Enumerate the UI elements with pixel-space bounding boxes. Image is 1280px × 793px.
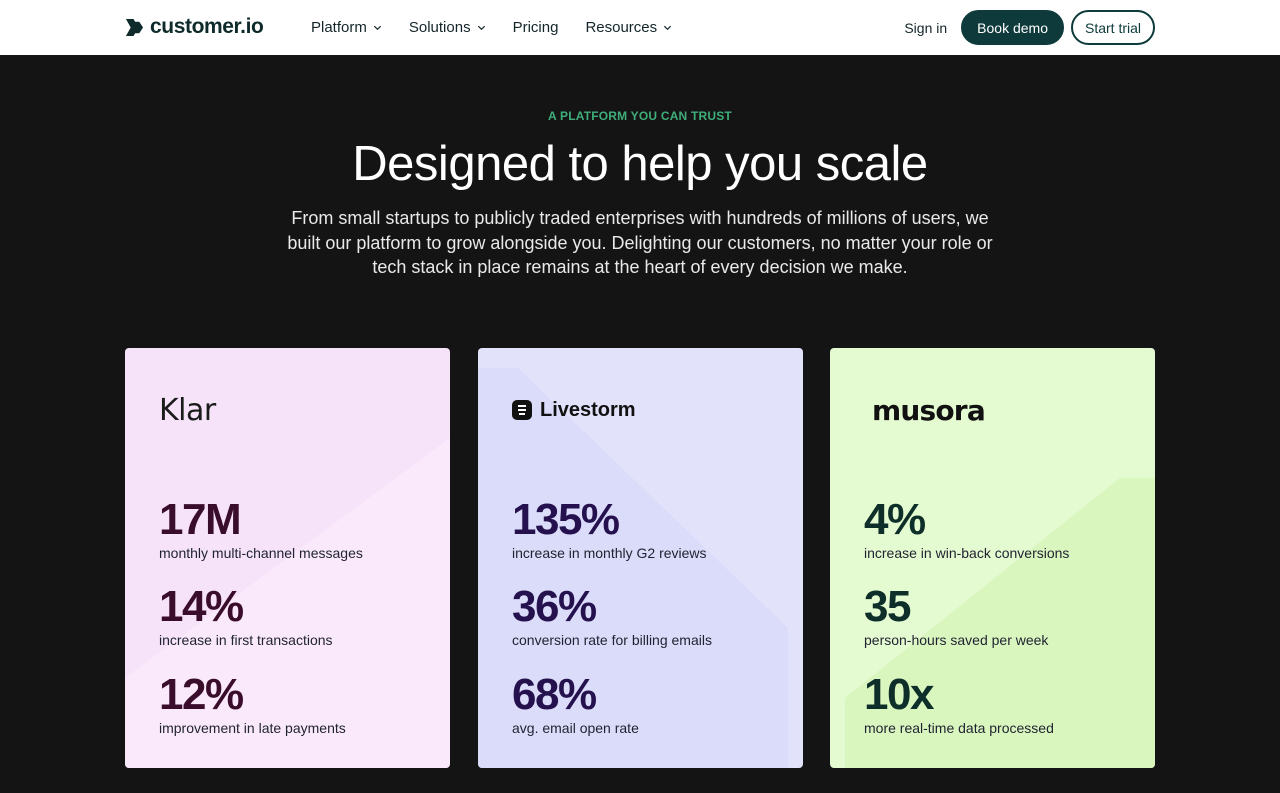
menu-item-pricing[interactable]: Pricing bbox=[513, 19, 559, 36]
stat-item: 14% increase in first transactions bbox=[159, 582, 333, 649]
logo-text: customer.io bbox=[150, 15, 264, 38]
section-title: Designed to help you scale bbox=[352, 137, 928, 191]
stat-label: monthly multi-channel messages bbox=[159, 545, 363, 561]
sign-in-link[interactable]: Sign in bbox=[904, 20, 947, 36]
menu-label: Solutions bbox=[408, 19, 471, 36]
menu-item-platform[interactable]: Platform bbox=[311, 19, 382, 36]
book-demo-button[interactable]: Book demo bbox=[961, 10, 1064, 45]
menu-item-resources[interactable]: Resources bbox=[585, 19, 672, 36]
stat-value: 10x bbox=[864, 670, 934, 719]
stat-item: 135% increase in monthly G2 reviews bbox=[512, 495, 707, 562]
stat-value: 4% bbox=[864, 495, 926, 544]
stat-label: improvement in late payments bbox=[159, 720, 346, 736]
klar-logo: Klar bbox=[159, 392, 216, 428]
brand-name: Livestorm bbox=[540, 398, 636, 421]
stat-value: 135% bbox=[512, 495, 620, 544]
stat-value: 17M bbox=[159, 495, 242, 544]
stat-value: 68% bbox=[512, 670, 597, 719]
stat-item: 35 person-hours saved per week bbox=[864, 582, 1049, 649]
menu-label: Resources bbox=[585, 19, 658, 36]
livestorm-logo: Livestorm bbox=[512, 392, 636, 428]
stat-label: increase in monthly G2 reviews bbox=[512, 545, 707, 561]
brand-name: Klar bbox=[159, 392, 216, 428]
stat-item: 36% conversion rate for billing emails bbox=[512, 582, 712, 649]
stat-label: avg. email open rate bbox=[512, 720, 639, 736]
menu-item-solutions[interactable]: Solutions bbox=[409, 19, 486, 36]
menu-label: Platform bbox=[311, 19, 367, 36]
stat-label: conversion rate for billing emails bbox=[512, 632, 712, 648]
musora-logo: musora bbox=[872, 392, 986, 428]
top-nav: customer.io Platform Solutions Pricing R… bbox=[0, 0, 1280, 55]
stat-label: person-hours saved per week bbox=[864, 632, 1049, 648]
customer-card-musora: musora 4% increase in win-back conversio… bbox=[830, 348, 1155, 768]
brand-name: musora bbox=[872, 393, 986, 427]
stat-item: 10x more real-time data processed bbox=[864, 670, 1054, 737]
stat-item: 12% improvement in late payments bbox=[159, 670, 346, 737]
customer-card-klar: Klar 17M monthly multi-channel messages … bbox=[125, 348, 450, 768]
stat-value: 35 bbox=[864, 582, 911, 631]
menu-label: Pricing bbox=[512, 19, 559, 36]
customer-card-livestorm: Livestorm 135% increase in monthly G2 re… bbox=[478, 348, 803, 768]
customerio-logo-icon bbox=[125, 18, 144, 36]
stat-label: increase in win-back conversions bbox=[864, 545, 1070, 561]
stat-value: 12% bbox=[159, 670, 244, 719]
nav-actions: Sign in Book demo Start trial bbox=[904, 10, 1155, 45]
stat-item: 4% increase in win-back conversions bbox=[864, 495, 1070, 562]
section-eyebrow: A PLATFORM YOU CAN TRUST bbox=[548, 109, 732, 123]
stat-label: increase in first transactions bbox=[159, 632, 333, 648]
customerio-logo[interactable]: customer.io bbox=[125, 15, 264, 39]
stat-value: 14% bbox=[159, 582, 244, 631]
stat-value: 36% bbox=[512, 582, 597, 631]
chevron-down-icon bbox=[373, 25, 381, 31]
chevron-down-icon bbox=[477, 25, 485, 31]
livestorm-logo-icon bbox=[512, 400, 532, 420]
chevron-down-icon bbox=[664, 25, 672, 31]
section-subtitle: From small startups to publicly traded e… bbox=[287, 208, 993, 277]
stat-item: 17M monthly multi-channel messages bbox=[159, 495, 363, 562]
main-menu: Platform Solutions Pricing Resources bbox=[311, 0, 699, 55]
stat-label: more real-time data processed bbox=[864, 720, 1054, 736]
start-trial-button[interactable]: Start trial bbox=[1070, 10, 1155, 45]
stat-item: 68% avg. email open rate bbox=[512, 670, 639, 737]
